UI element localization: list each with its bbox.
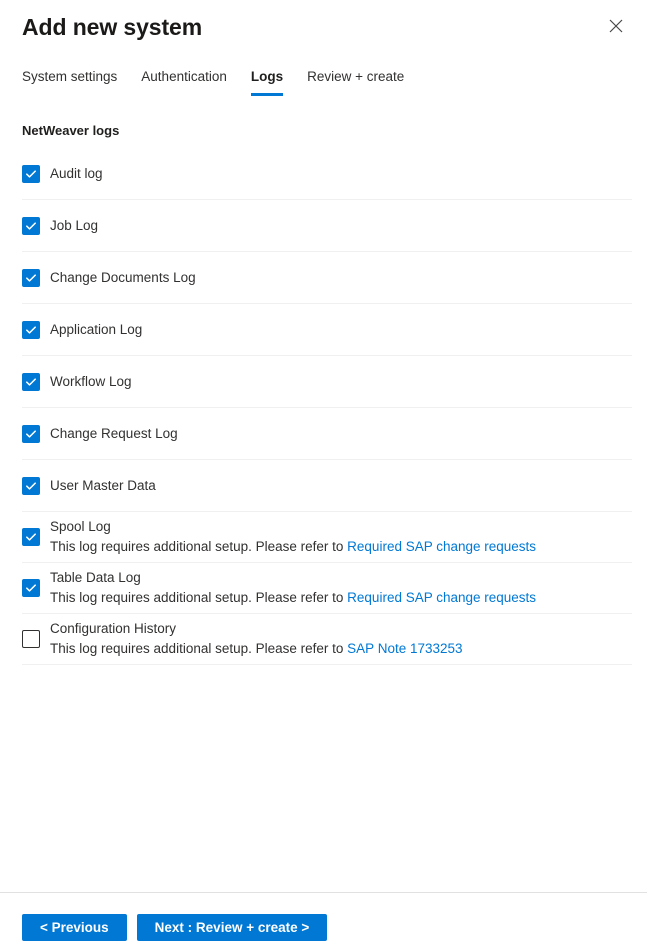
log-row-note: This log requires additional setup. Plea…: [50, 588, 536, 608]
log-row-labels: Table Data Log This log requires addition…: [50, 568, 536, 608]
next-review-create-button[interactable]: Next : Review + create >: [136, 914, 328, 941]
checkbox-checked-icon[interactable]: [22, 216, 40, 235]
log-row-link[interactable]: SAP Note 1733253: [347, 641, 462, 656]
close-icon[interactable]: [603, 13, 629, 39]
log-row[interactable]: Job Log: [22, 200, 632, 252]
log-row-label: Table Data Log: [50, 570, 141, 585]
log-row-note-text: This log requires additional setup. Plea…: [50, 590, 348, 605]
tab-label: Review + create: [307, 69, 405, 84]
log-row[interactable]: Configuration History This log requires a…: [22, 614, 632, 665]
previous-button[interactable]: < Previous: [22, 914, 127, 941]
log-row-note-text: This log requires additional setup. Plea…: [50, 641, 348, 656]
log-row-link[interactable]: Required SAP change requests: [347, 539, 536, 554]
log-row-note-text: This log requires additional setup. Plea…: [50, 539, 348, 554]
log-row-labels: Change Request Log: [50, 424, 178, 444]
log-row[interactable]: Change Request Log: [22, 408, 632, 460]
checkbox-checked-icon[interactable]: [22, 579, 40, 597]
log-row-labels: Audit log: [50, 164, 103, 184]
checkbox-checked-icon[interactable]: [22, 164, 40, 183]
tab-authentication[interactable]: Authentication: [129, 68, 239, 96]
log-row[interactable]: Audit log: [22, 148, 632, 200]
log-row-note: This log requires additional setup. Plea…: [50, 639, 463, 659]
log-row-label: Spool Log: [50, 519, 111, 534]
log-row-labels: Configuration History This log requires a…: [50, 619, 463, 659]
log-row-labels: User Master Data: [50, 476, 156, 496]
log-row-label: Workflow Log: [50, 373, 132, 389]
log-row-labels: Workflow Log: [50, 372, 132, 392]
log-row[interactable]: User Master Data: [22, 460, 632, 512]
checkbox-checked-icon[interactable]: [22, 320, 40, 339]
log-row-label: Change Request Log: [50, 425, 178, 441]
panel-footer: < Previous Next : Review + create >: [0, 892, 647, 946]
page-title: Add new system: [22, 14, 203, 40]
log-row-note: This log requires additional setup. Plea…: [50, 537, 536, 557]
tab-system-settings[interactable]: System settings: [22, 68, 129, 96]
panel-content: NetWeaver logs Audit log Job Log Change Do…: [0, 96, 647, 892]
panel-header: Add new system: [0, 0, 647, 42]
log-row-label: Job Log: [50, 217, 99, 233]
wizard-tabs: System settings Authentication Logs Revi…: [0, 68, 647, 96]
log-row-label: Configuration History: [50, 621, 177, 636]
log-row-label: User Master Data: [50, 477, 156, 493]
log-row[interactable]: Workflow Log: [22, 356, 632, 408]
netweaver-log-list: Audit log Job Log Change Documents Log Appl…: [22, 148, 632, 665]
log-row[interactable]: Change Documents Log: [22, 252, 632, 304]
log-row-labels: Change Documents Log: [50, 268, 196, 288]
log-row[interactable]: Application Log: [22, 304, 632, 356]
checkbox-unchecked-icon[interactable]: [22, 630, 40, 648]
checkbox-checked-icon[interactable]: [22, 528, 40, 546]
tab-label: Logs: [250, 69, 284, 84]
add-new-system-panel: Add new system System settings Authentic…: [0, 0, 647, 946]
log-row-link[interactable]: Required SAP change requests: [347, 590, 536, 605]
checkbox-checked-icon[interactable]: [22, 268, 40, 287]
log-row[interactable]: Spool Log This log requires additional se…: [22, 512, 632, 563]
tab-review-create[interactable]: Review + create: [295, 68, 416, 96]
checkbox-checked-icon[interactable]: [22, 424, 40, 443]
log-row-labels: Application Log: [50, 320, 142, 340]
log-row-labels: Spool Log This log requires additional se…: [50, 517, 536, 557]
tab-label: System settings: [22, 69, 118, 84]
checkbox-checked-icon[interactable]: [22, 372, 40, 391]
log-row-label: Audit log: [50, 165, 103, 181]
log-row-label: Change Documents Log: [50, 269, 196, 285]
section-title-netweaver-logs: NetWeaver logs: [22, 123, 120, 138]
log-row-labels: Job Log: [50, 216, 98, 236]
log-row-label: Application Log: [50, 321, 143, 337]
checkbox-checked-icon[interactable]: [22, 476, 40, 495]
tab-label: Authentication: [141, 69, 227, 84]
tab-logs[interactable]: Logs: [239, 68, 295, 96]
log-row[interactable]: Table Data Log This log requires addition…: [22, 563, 632, 614]
